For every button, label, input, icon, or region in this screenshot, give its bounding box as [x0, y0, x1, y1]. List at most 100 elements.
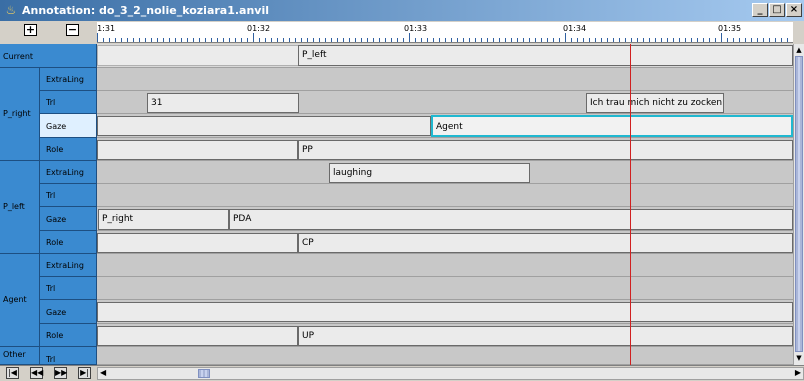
- annotation-element[interactable]: PP: [298, 140, 793, 160]
- ruler-tick: [289, 38, 290, 42]
- annotation-element[interactable]: [97, 233, 298, 253]
- ruler-tick: [661, 38, 662, 42]
- ruler-tick: [559, 38, 560, 42]
- annotation-element[interactable]: [97, 140, 298, 160]
- track-header-extraling[interactable]: ExtraLing: [40, 254, 97, 277]
- close-button[interactable]: ×: [786, 3, 802, 17]
- scroll-up-icon[interactable]: ▲: [795, 45, 803, 55]
- ruler-tick: [211, 38, 212, 42]
- ruler-tick: [169, 38, 170, 42]
- title-bar[interactable]: ♨ Annotation: do_3_2_nolie_koziara1.anvi…: [0, 0, 804, 21]
- track-header-trl[interactable]: Trl: [40, 91, 97, 114]
- ruler-tick: [733, 38, 734, 42]
- annotation-element[interactable]: [97, 116, 431, 136]
- track-agent-trl[interactable]: [97, 277, 793, 300]
- annotation-element[interactable]: Ich trau mich nicht zu zocken: [586, 93, 724, 113]
- ruler-tick: [151, 38, 152, 42]
- track-p-right-trl[interactable]: 31 Ich trau mich nicht zu zocken: [97, 91, 793, 114]
- ruler-tick: [547, 38, 548, 42]
- annotation-element[interactable]: PDA: [229, 209, 793, 230]
- track-label: ExtraLing: [46, 75, 84, 84]
- annotation-element[interactable]: [97, 302, 793, 322]
- track-header-gaze[interactable]: Gaze: [40, 207, 97, 231]
- annotation-element[interactable]: 31: [147, 93, 299, 113]
- track-header-extraling[interactable]: ExtraLing: [40, 68, 97, 91]
- ruler-tick: [283, 38, 284, 42]
- track-current[interactable]: P_left: [97, 44, 793, 68]
- scroll-right-icon[interactable]: ▶: [795, 368, 801, 377]
- track-agent-gaze[interactable]: [97, 300, 793, 324]
- track-header-trl[interactable]: Trl: [40, 184, 97, 207]
- minimize-button[interactable]: _: [752, 3, 768, 17]
- ruler-tick: [367, 38, 368, 42]
- track-p-right-gaze[interactable]: Agent: [97, 114, 793, 138]
- ruler-tick: [493, 38, 494, 42]
- track-header-trl[interactable]: Trl: [40, 277, 97, 300]
- track-header-gaze-selected[interactable]: Gaze: [40, 114, 97, 138]
- annotation-element[interactable]: P_left: [298, 45, 793, 66]
- ruler-tick: [145, 38, 146, 42]
- track-agent-role[interactable]: UP: [97, 324, 793, 347]
- track-p-left-trl[interactable]: [97, 184, 793, 207]
- track-p-left-extraling[interactable]: laughing: [97, 161, 793, 184]
- annotation-element-selected[interactable]: Agent: [431, 115, 793, 137]
- track-p-left-role[interactable]: CP: [97, 231, 793, 254]
- track-label: Trl: [46, 355, 56, 364]
- previous-button[interactable]: ◀◀: [30, 367, 43, 379]
- ruler-tick: [187, 38, 188, 42]
- track-header-extraling[interactable]: ExtraLing: [40, 161, 97, 184]
- track-other-trl[interactable]: [97, 347, 793, 365]
- track-header-role[interactable]: Role: [40, 324, 97, 347]
- ruler-tick: [301, 38, 302, 42]
- ruler-tick: [253, 33, 254, 42]
- ruler-tick: [343, 38, 344, 42]
- zoom-in-button[interactable]: +: [24, 24, 37, 36]
- maximize-button[interactable]: □: [769, 3, 785, 17]
- group-header-p-left[interactable]: P_left: [0, 161, 40, 254]
- group-header-agent[interactable]: Agent: [0, 254, 40, 347]
- track-label: Role: [46, 331, 64, 340]
- ruler-tick: [499, 38, 500, 42]
- track-header-trl[interactable]: Trl: [40, 347, 97, 365]
- scroll-left-icon[interactable]: ◀: [100, 368, 106, 377]
- go-to-start-button[interactable]: |◀: [6, 367, 19, 379]
- horizontal-scroll-thumb[interactable]: [198, 369, 210, 378]
- ruler-tick: [469, 38, 470, 42]
- group-label: P_left: [3, 202, 25, 211]
- ruler-tick: [715, 38, 716, 42]
- ruler-tick: [127, 38, 128, 42]
- track-agent-extraling[interactable]: [97, 254, 793, 277]
- time-ruler[interactable]: 01:31 01:32 01:33 01:34 01:35: [97, 22, 793, 43]
- next-button[interactable]: ▶▶: [54, 367, 67, 379]
- group-header-other[interactable]: Other: [0, 347, 40, 365]
- annotation-element[interactable]: [97, 326, 298, 346]
- ruler-tick: [397, 38, 398, 42]
- track-p-right-role[interactable]: PP: [97, 138, 793, 161]
- ruler-tick: [331, 38, 332, 42]
- group-header-current[interactable]: Current: [0, 44, 97, 68]
- ruler-tick: [787, 38, 788, 42]
- track-p-left-gaze[interactable]: P_right PDA: [97, 207, 793, 231]
- java-cup-icon: ♨: [5, 3, 17, 17]
- vertical-scroll-thumb[interactable]: [795, 56, 803, 352]
- track-header-role[interactable]: Role: [40, 231, 97, 254]
- annotation-element[interactable]: P_right: [98, 209, 229, 230]
- zoom-out-button[interactable]: −: [66, 24, 79, 36]
- track-header-role[interactable]: Role: [40, 138, 97, 161]
- horizontal-scrollbar[interactable]: ◀ ▶: [97, 367, 804, 380]
- ruler-tick: [631, 38, 632, 42]
- group-header-p-right[interactable]: P_right: [0, 68, 40, 161]
- group-label: Agent: [3, 295, 27, 304]
- track-label: Role: [46, 238, 64, 247]
- track-p-right-extraling[interactable]: [97, 68, 793, 91]
- annotation-element[interactable]: CP: [298, 233, 793, 253]
- annotation-element[interactable]: laughing: [329, 163, 530, 183]
- scroll-down-icon[interactable]: ▼: [795, 353, 803, 363]
- track-header-gaze[interactable]: Gaze: [40, 300, 97, 324]
- track-label: Role: [46, 145, 64, 154]
- ruler-tick: [277, 38, 278, 42]
- annotation-element[interactable]: UP: [298, 326, 793, 346]
- go-to-end-button[interactable]: ▶|: [78, 367, 91, 379]
- playhead-line[interactable]: [630, 44, 631, 365]
- vertical-scrollbar[interactable]: ▲ ▼: [793, 44, 804, 365]
